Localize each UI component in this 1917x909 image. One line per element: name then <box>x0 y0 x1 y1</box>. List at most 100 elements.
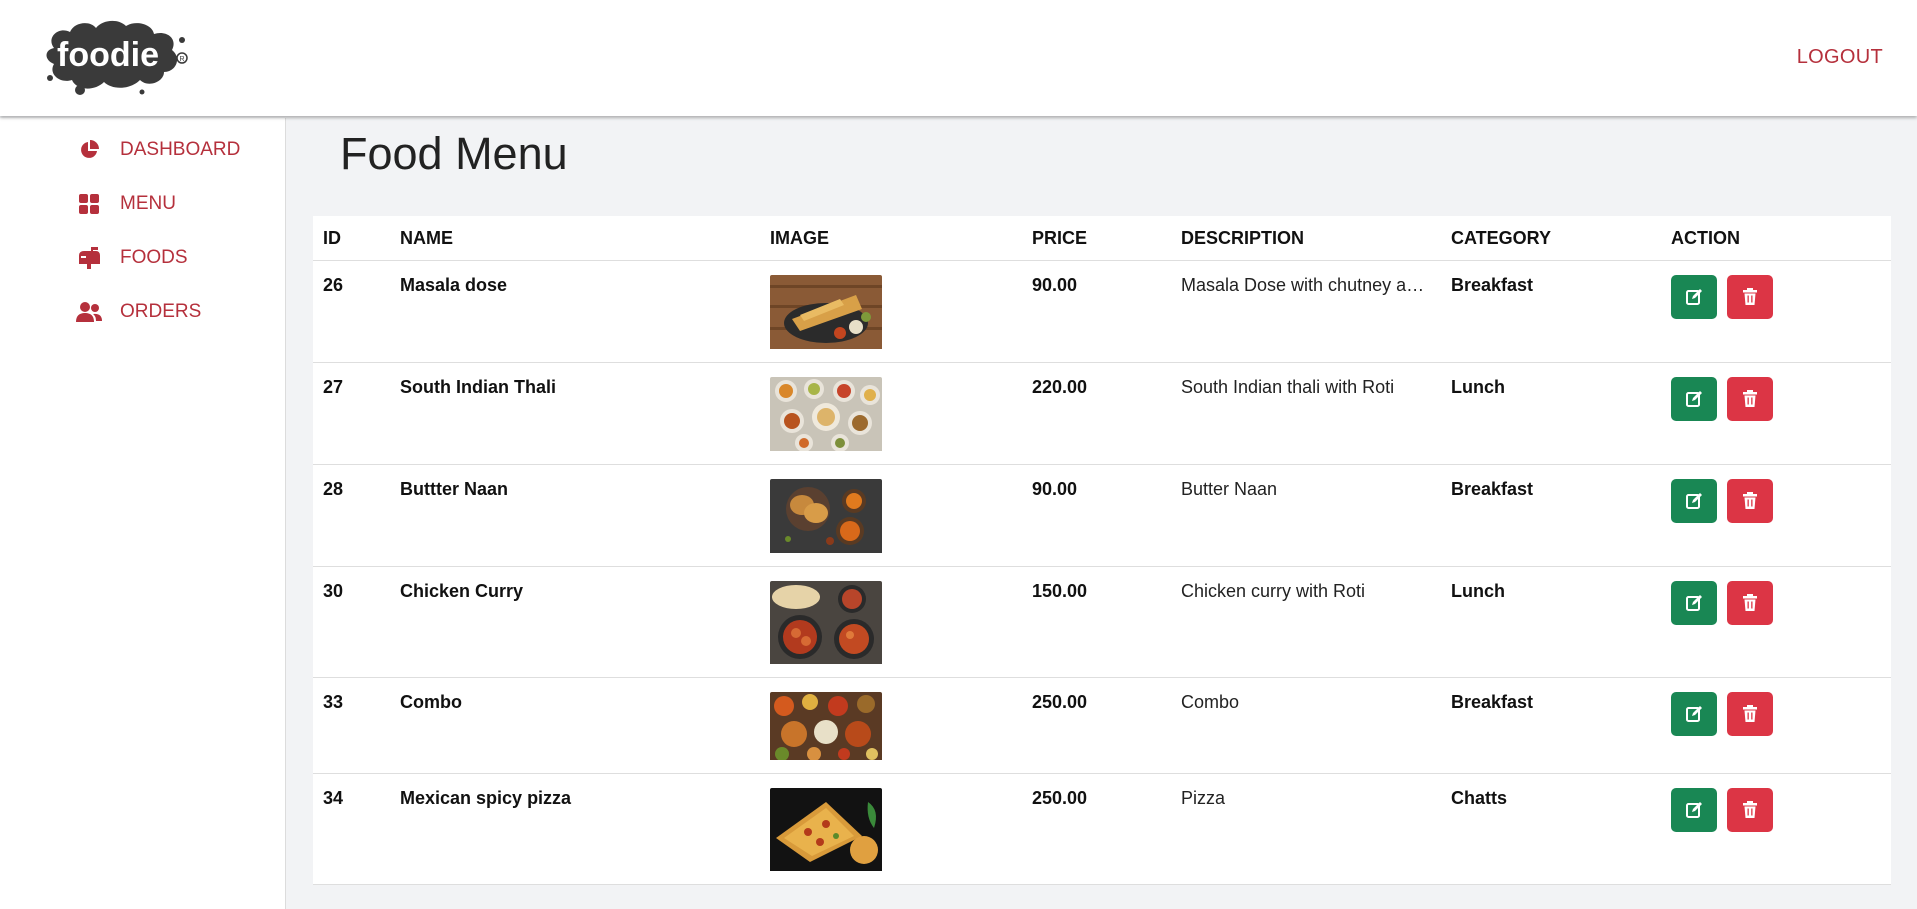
top-header: foodie R LOGOUT <box>0 0 1917 116</box>
masala-dosa-photo <box>770 275 882 354</box>
edit-button[interactable] <box>1671 377 1717 421</box>
logout-link[interactable]: LOGOUT <box>1797 46 1883 69</box>
delete-button[interactable] <box>1727 479 1774 523</box>
cell-actions <box>1661 464 1891 567</box>
delete-button[interactable] <box>1727 377 1774 421</box>
cell-actions <box>1661 677 1891 774</box>
description-text: Butter Naan <box>1181 479 1278 499</box>
cell-description: Chicken curry with Roti <box>1171 566 1441 678</box>
chicken-curry-photo <box>770 581 882 669</box>
table-row: 27 South Indian Thali 220.00 South India… <box>313 362 1891 465</box>
trash-icon <box>1743 705 1758 722</box>
edit-icon <box>1686 493 1702 509</box>
sidebar-item-label: ORDERS <box>120 301 202 322</box>
description-text: Pizza <box>1181 788 1226 808</box>
delete-button[interactable] <box>1727 581 1774 625</box>
trash-icon <box>1743 288 1758 305</box>
edit-icon <box>1686 391 1702 407</box>
pie-chart-icon <box>76 137 102 163</box>
mailbox-icon <box>76 245 102 271</box>
cell-name: Masala dose <box>390 260 760 363</box>
cell-id: 28 <box>313 464 390 567</box>
cell-price: 90.00 <box>1022 260 1171 363</box>
column-header-price: PRICE <box>1022 216 1171 261</box>
cell-name: Combo <box>390 677 760 774</box>
table-row: 34 Mexican spicy pizza 250.00 Pizza Chat… <box>313 773 1891 885</box>
cell-id: 34 <box>313 773 390 885</box>
foodie-logo[interactable]: foodie R <box>44 18 194 96</box>
cell-name: South Indian Thali <box>390 362 760 465</box>
column-header-image: IMAGE <box>760 216 1022 261</box>
table-row: 30 Chicken Curry 150.00 Chicken curry wi… <box>313 566 1891 678</box>
sidebar: DASHBOARD MENU FOODS ORDERS <box>0 118 286 909</box>
cell-actions <box>1661 362 1891 465</box>
cell-image <box>760 773 1022 885</box>
sidebar-item-label: FOODS <box>120 247 188 268</box>
cell-image <box>760 260 1022 363</box>
svg-text:R: R <box>179 56 184 63</box>
cell-actions <box>1661 260 1891 363</box>
column-header-category: CATEGORY <box>1441 216 1661 261</box>
description-text: Chicken curry with Roti <box>1181 581 1366 601</box>
sidebar-item-label: MENU <box>120 193 176 214</box>
sidebar-item-orders[interactable]: ORDERS <box>76 297 201 327</box>
delete-button[interactable] <box>1727 788 1774 832</box>
cell-name: Mexican spicy pizza <box>390 773 760 885</box>
cell-price: 90.00 <box>1022 464 1171 567</box>
edit-button[interactable] <box>1671 581 1717 625</box>
edit-button[interactable] <box>1671 479 1717 523</box>
cell-name: Buttter Naan <box>390 464 760 567</box>
cell-image <box>760 677 1022 774</box>
edit-button[interactable] <box>1671 788 1717 832</box>
cell-actions <box>1661 773 1891 885</box>
trash-icon <box>1743 492 1758 509</box>
description-text: Masala Dose with chutney an... <box>1181 275 1429 295</box>
edit-icon <box>1686 802 1702 818</box>
cell-description: Butter Naan <box>1171 464 1441 567</box>
cell-image <box>760 362 1022 465</box>
cell-category: Lunch <box>1441 566 1661 678</box>
cell-id: 26 <box>313 260 390 363</box>
cell-description: Masala Dose with chutney an... <box>1171 260 1441 363</box>
cell-id: 30 <box>313 566 390 678</box>
edit-button[interactable] <box>1671 275 1717 319</box>
cell-category: Breakfast <box>1441 677 1661 774</box>
cell-price: 220.00 <box>1022 362 1171 465</box>
cell-id: 27 <box>313 362 390 465</box>
trash-icon <box>1743 594 1758 611</box>
cell-description: Pizza <box>1171 773 1441 885</box>
delete-button[interactable] <box>1727 275 1774 319</box>
grid-icon <box>76 191 102 217</box>
sidebar-item-menu[interactable]: MENU <box>76 189 176 219</box>
table-header-row: ID NAME IMAGE PRICE DESCRIPTION CATEGORY… <box>313 216 1891 261</box>
cell-price: 250.00 <box>1022 773 1171 885</box>
column-header-name: NAME <box>390 216 760 261</box>
food-menu-table: ID NAME IMAGE PRICE DESCRIPTION CATEGORY… <box>313 216 1891 885</box>
trash-icon <box>1743 801 1758 818</box>
description-text: South Indian thali with Roti <box>1181 377 1395 397</box>
table-row: 33 Combo 250.00 Combo Breakfast <box>313 677 1891 774</box>
sidebar-item-dashboard[interactable]: DASHBOARD <box>76 135 240 165</box>
page-title: Food Menu <box>340 128 568 179</box>
edit-icon <box>1686 706 1702 722</box>
table-row: 28 Buttter Naan 90.00 Butter Naan Breakf… <box>313 464 1891 567</box>
edit-icon <box>1686 289 1702 305</box>
cell-category: Lunch <box>1441 362 1661 465</box>
cell-category: Breakfast <box>1441 464 1661 567</box>
cell-actions <box>1661 566 1891 678</box>
sidebar-item-foods[interactable]: FOODS <box>76 243 188 273</box>
column-header-description: DESCRIPTION <box>1171 216 1441 261</box>
delete-button[interactable] <box>1727 692 1774 736</box>
cell-name: Chicken Curry <box>390 566 760 678</box>
edit-icon <box>1686 595 1702 611</box>
pizza-photo <box>770 788 882 876</box>
svg-text:foodie: foodie <box>57 36 159 74</box>
cell-image <box>760 566 1022 678</box>
edit-button[interactable] <box>1671 692 1717 736</box>
column-header-action: ACTION <box>1661 216 1891 261</box>
cell-description: South Indian thali with Roti <box>1171 362 1441 465</box>
thali-photo <box>770 377 882 456</box>
cell-category: Breakfast <box>1441 260 1661 363</box>
cell-category: Chatts <box>1441 773 1661 885</box>
cell-description: Combo <box>1171 677 1441 774</box>
